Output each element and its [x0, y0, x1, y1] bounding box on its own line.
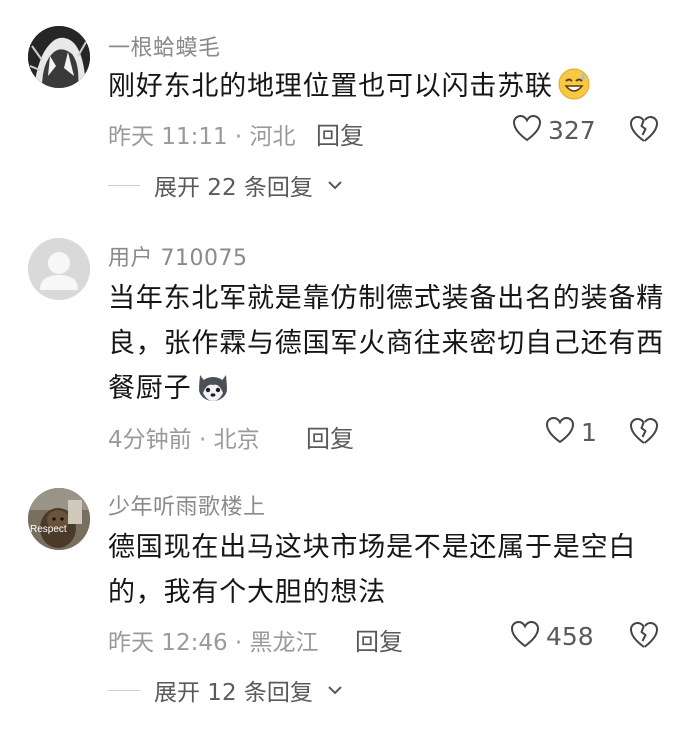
comment-text: 当年东北军就是靠仿制德式装备出名的装备精良，张作霖与德国军火商往来密切自己还有西…: [108, 276, 668, 417]
comment-meta: 昨天 11:11 · 河北: [108, 124, 296, 150]
like-count: 458: [546, 621, 594, 651]
broken-heart-icon: [628, 115, 660, 148]
chevron-down-icon: [327, 176, 343, 195]
avatar-caption: Respect: [30, 524, 67, 535]
heart-icon: [510, 620, 540, 652]
broken-heart-icon: [628, 621, 660, 654]
like-button[interactable]: 327: [512, 114, 596, 146]
comment-text-content: 当年东北军就是靠仿制德式装备出名的装备精良，张作霖与德国军火商往来密切自己还有西…: [108, 283, 664, 404]
dislike-button[interactable]: [628, 620, 660, 654]
dislike-button[interactable]: [628, 114, 660, 148]
username[interactable]: 一根蛤蟆毛: [108, 30, 221, 62]
avatar[interactable]: [28, 26, 90, 88]
like-button[interactable]: 1: [545, 416, 597, 448]
heart-icon: [545, 416, 575, 448]
comment-item: Respect 少年听雨歌楼上 德国现在出马这块市场是不是还属于是空白的，我有个…: [0, 475, 690, 735]
comment-text: 刚好东北的地理位置也可以闪击苏联: [108, 64, 668, 115]
reply-button[interactable]: 回复: [306, 419, 354, 454]
chevron-down-icon: [327, 681, 343, 700]
comment-meta: 昨天 12:46 · 黑龙江: [108, 630, 319, 656]
reply-button[interactable]: 回复: [355, 622, 403, 657]
like-count: 1: [581, 417, 597, 447]
dislike-button[interactable]: [628, 416, 660, 450]
broken-heart-icon: [628, 417, 660, 450]
username[interactable]: 用户 710075: [108, 240, 247, 272]
like-count: 327: [548, 115, 596, 145]
comment-meta: 4分钟前 · 北京: [108, 427, 260, 453]
expand-replies[interactable]: 展开 12 条回复: [108, 673, 343, 707]
avatar[interactable]: Respect: [28, 488, 90, 550]
comment-item: 一根蛤蟆毛 刚好东北的地理位置也可以闪击苏联 昨天 11:11 · 河北 回复 …: [0, 0, 690, 210]
husky-emoji-icon: [195, 371, 231, 417]
expand-replies-label: 展开 22 条回复: [154, 175, 313, 201]
avatar[interactable]: [28, 238, 90, 300]
comment-text: 德国现在出马这块市场是不是还属于是空白的，我有个大胆的想法: [108, 525, 668, 615]
comment-text-content: 德国现在出马这块市场是不是还属于是空白的，我有个大胆的想法: [108, 532, 637, 608]
reply-button[interactable]: 回复: [316, 116, 364, 151]
like-button[interactable]: 458: [510, 620, 594, 652]
username[interactable]: 少年听雨歌楼上: [108, 489, 266, 521]
comment-text-content: 刚好东北的地理位置也可以闪击苏联: [108, 71, 553, 102]
divider: [108, 689, 140, 691]
grinning-sweat-emoji-icon: [557, 67, 591, 115]
expand-replies-label: 展开 12 条回复: [154, 680, 313, 706]
comment-item: 用户 710075 当年东北军就是靠仿制德式装备出名的装备精良，张作霖与德国军火…: [0, 210, 690, 475]
heart-icon: [512, 114, 542, 146]
expand-replies[interactable]: 展开 22 条回复: [108, 168, 343, 202]
divider: [108, 184, 140, 186]
